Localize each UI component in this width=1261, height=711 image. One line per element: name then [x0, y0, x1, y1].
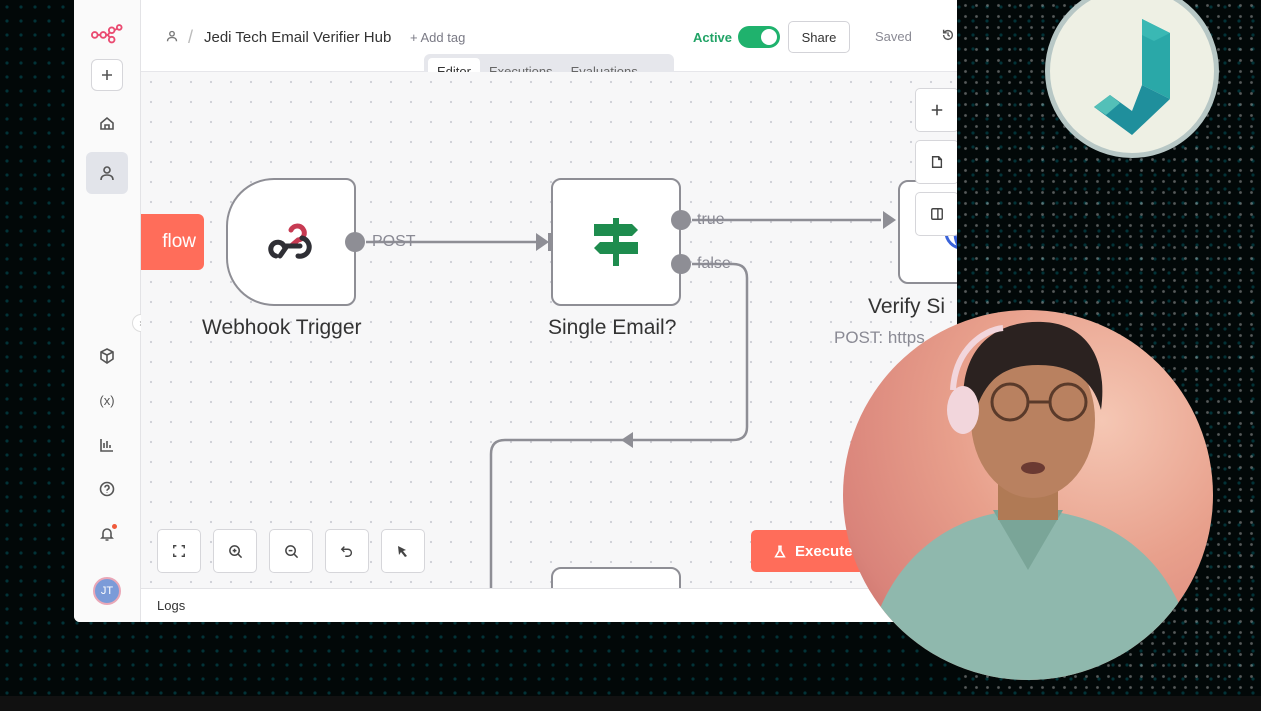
history-icon[interactable] [941, 28, 955, 45]
notifications-icon[interactable] [91, 518, 123, 550]
zoom-out-icon[interactable] [269, 529, 313, 573]
add-button[interactable] [91, 59, 123, 91]
presenter-illustration [863, 321, 1198, 680]
if-node[interactable] [551, 178, 681, 306]
active-toggle[interactable] [738, 26, 780, 48]
add-node-button[interactable] [915, 88, 957, 132]
arrow-head [621, 432, 633, 448]
node-label-http: Verify Si [868, 295, 946, 318]
home-icon[interactable] [91, 107, 123, 139]
logs-panel[interactable]: Logs [141, 588, 957, 622]
webhook-trigger-node[interactable] [226, 178, 356, 306]
notification-dot [112, 524, 117, 529]
workflow-canvas[interactable]: flow POST Webhook Trigger true false Sin… [141, 72, 957, 588]
edge-label-false: false [697, 255, 731, 272]
workflow-node-partial[interactable]: flow [141, 214, 204, 270]
tidy-up-icon[interactable] [381, 529, 425, 573]
connection-false [489, 262, 749, 588]
output-handle[interactable] [345, 232, 365, 252]
node-label-if: Single Email? [548, 316, 677, 339]
node-subtitle-http: POST: https [834, 328, 925, 347]
logs-label: Logs [157, 598, 186, 613]
undo-icon[interactable] [325, 529, 369, 573]
jedi-tech-logo-icon [1094, 19, 1170, 135]
sidebar: › (x) JT [74, 0, 150, 622]
insights-icon[interactable] [91, 429, 123, 461]
active-label: Active [693, 30, 733, 45]
breadcrumb-separator: / [188, 27, 194, 47]
flask-icon [774, 544, 786, 558]
bottom-bar [0, 696, 1261, 711]
variables-icon[interactable]: (x) [91, 384, 123, 416]
n8n-app-window: › (x) JT / Jedi Tech Email Verifier Hub … [74, 0, 957, 622]
add-tag-button[interactable]: + Add tag [410, 30, 465, 45]
fit-view-icon[interactable] [157, 529, 201, 573]
person-icon [166, 30, 178, 45]
sticky-note-icon[interactable] [915, 140, 957, 184]
user-icon[interactable] [86, 152, 128, 194]
n8n-logo-icon[interactable] [91, 18, 123, 50]
edge-label-true: true [697, 211, 725, 228]
toggle-knob [761, 29, 777, 45]
edge-label-post: POST [372, 233, 416, 250]
avatar[interactable]: JT [93, 577, 121, 605]
zoom-in-icon[interactable] [213, 529, 257, 573]
arrow-head [883, 211, 896, 229]
help-icon[interactable] [91, 473, 123, 505]
workflow-node-bottom[interactable] [551, 567, 681, 588]
node-label-webhook: Webhook Trigger [202, 316, 362, 339]
webhook-icon [268, 223, 312, 259]
signpost-icon [594, 218, 638, 266]
zoom-toolbar [157, 529, 425, 573]
templates-icon[interactable] [91, 340, 123, 372]
webcam-overlay [843, 310, 1213, 680]
output-handle-false[interactable] [671, 254, 691, 274]
arrow-head [536, 233, 549, 251]
share-button[interactable]: Share [788, 21, 850, 53]
panel-toggle-icon[interactable] [915, 192, 957, 236]
workflow-name[interactable]: Jedi Tech Email Verifier Hub [204, 29, 391, 46]
output-handle-true[interactable] [671, 210, 691, 230]
canvas-right-toolbar [915, 88, 957, 236]
execute-label: Execute [795, 542, 853, 560]
saved-status: Saved [875, 29, 912, 44]
